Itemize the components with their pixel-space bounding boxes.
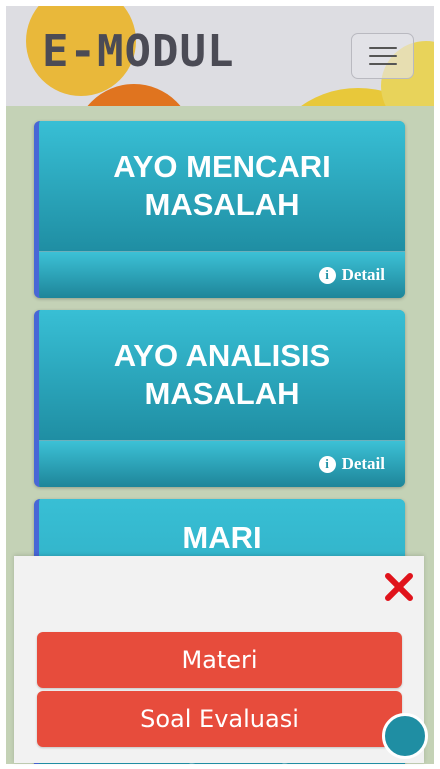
close-x-icon[interactable] — [382, 570, 416, 604]
hamburger-icon-bar — [368, 63, 397, 65]
hamburger-icon-bar — [368, 55, 397, 57]
materi-button[interactable]: Materi — [37, 632, 402, 688]
hamburger-menu-button[interactable] — [351, 33, 414, 79]
info-icon: i — [318, 455, 336, 473]
module-card-mencari-masalah[interactable]: AYO MENCARI MASALAH i Detail — [34, 121, 405, 298]
info-icon: i — [318, 266, 336, 284]
action-popup: Materi Soal Evaluasi — [14, 556, 424, 763]
detail-button[interactable]: i Detail — [39, 440, 405, 487]
brand-logo-text[interactable]: E-MODUL — [42, 26, 234, 77]
detail-label: Detail — [341, 265, 385, 284]
header: E-MODUL — [6, 6, 434, 106]
card-title[interactable]: AYO ANALISIS MASALAH — [39, 310, 405, 440]
soal-evaluasi-button[interactable]: Soal Evaluasi — [37, 691, 402, 747]
hamburger-icon-bar — [368, 47, 397, 49]
card-title[interactable]: AYO MENCARI MASALAH — [39, 121, 405, 251]
floating-action-button[interactable] — [382, 713, 428, 759]
detail-label: Detail — [341, 454, 385, 473]
detail-button[interactable]: i Detail — [39, 251, 405, 298]
module-card-analisis-masalah[interactable]: AYO ANALISIS MASALAH i Detail — [34, 310, 405, 487]
